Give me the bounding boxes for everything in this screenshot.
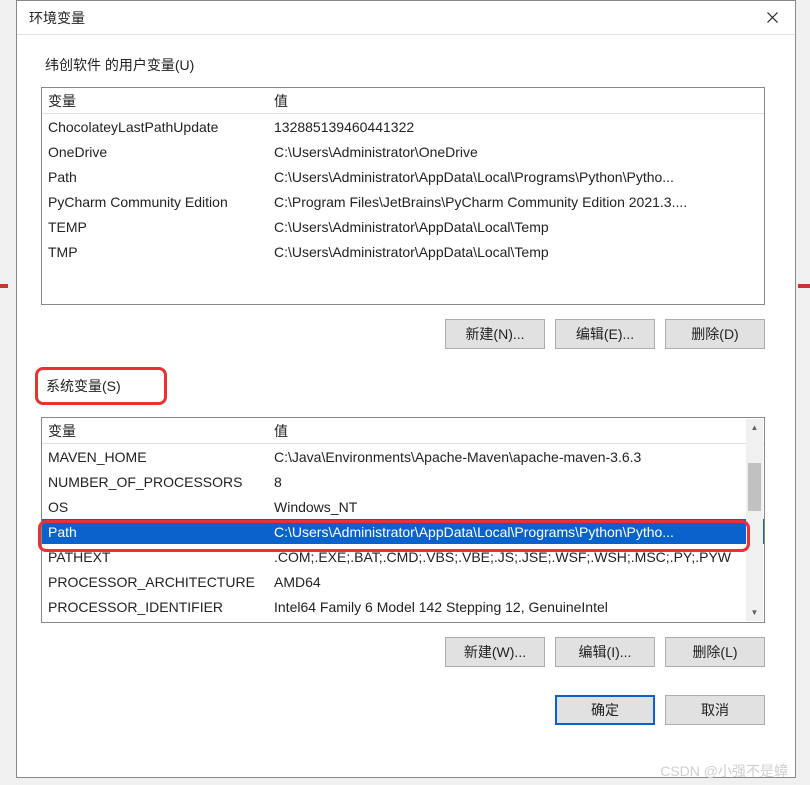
table-row[interactable]: PathC:\Users\Administrator\AppData\Local… [42,519,764,544]
system-edit-button[interactable]: 编辑(I)... [555,637,655,667]
cell-value: C:\Program Files\JetBrains\PyCharm Commu… [268,191,764,213]
ok-button[interactable]: 确定 [555,695,655,725]
close-button[interactable] [749,1,795,35]
cell-value: C:\Users\Administrator\AppData\Local\Tem… [268,241,764,263]
system-buttons: 新建(W)... 编辑(I)... 删除(L) [41,637,765,667]
env-variables-dialog: 环境变量 纬创软件 的用户变量(U) 变量 值 ChocolateyLastPa… [16,0,796,778]
user-table-body: ChocolateyLastPathUpdate1328851394604413… [42,114,764,304]
system-delete-button[interactable]: 删除(L) [665,637,765,667]
table-row[interactable]: PyCharm Community EditionC:\Program File… [42,189,764,214]
cell-variable: MAVEN_HOME [42,446,268,468]
cell-variable: Path [42,521,268,543]
cancel-button[interactable]: 取消 [665,695,765,725]
column-variable[interactable]: 变量 [42,88,268,113]
table-row[interactable]: PathC:\Users\Administrator\AppData\Local… [42,164,764,189]
cell-value: 132885139460441322 [268,116,764,138]
cell-value: AMD64 [268,571,764,593]
system-label-highlight: 系统变量(S) [35,367,167,405]
cell-value: Windows_NT [268,496,764,518]
table-row[interactable]: OSWindows_NT [42,494,764,519]
cell-variable: PROCESSOR_ARCHITECTURE [42,571,268,593]
cell-variable: ChocolateyLastPathUpdate [42,116,268,138]
table-header: 变量 值 [42,88,764,114]
user-new-button[interactable]: 新建(N)... [445,319,545,349]
vertical-scrollbar[interactable]: ▲ ▼ [746,419,763,621]
cell-value: C:\Users\Administrator\OneDrive [268,141,764,163]
table-row[interactable]: PROCESSOR_ARCHITECTUREAMD64 [42,569,764,594]
close-icon [767,12,778,23]
system-variables-table[interactable]: 变量 值 MAVEN_HOMEC:\Java\Environments\Apac… [41,417,765,623]
scroll-up-button[interactable]: ▲ [746,419,763,436]
system-table-body: MAVEN_HOMEC:\Java\Environments\Apache-Ma… [42,444,764,622]
user-edit-button[interactable]: 编辑(E)... [555,319,655,349]
cell-value: 8 [268,471,764,493]
table-row[interactable]: TEMPC:\Users\Administrator\AppData\Local… [42,214,764,239]
table-row[interactable]: PATHEXT.COM;.EXE;.BAT;.CMD;.VBS;.VBE;.JS… [42,544,764,569]
user-delete-button[interactable]: 删除(D) [665,319,765,349]
cell-value: C:\Users\Administrator\AppData\Local\Pro… [268,521,764,543]
user-buttons: 新建(N)... 编辑(E)... 删除(D) [41,319,765,349]
system-new-button[interactable]: 新建(W)... [445,637,545,667]
cell-variable: NUMBER_OF_PROCESSORS [42,471,268,493]
table-row[interactable]: PROCESSOR_IDENTIFIERIntel64 Family 6 Mod… [42,594,764,619]
table-row[interactable]: TMPC:\Users\Administrator\AppData\Local\… [42,239,764,264]
system-variables-group: 系统变量(S) 变量 值 MAVEN_HOMEC:\Java\Environme… [41,349,771,667]
titlebar: 环境变量 [17,1,795,35]
scroll-thumb[interactable] [748,463,761,511]
cell-variable: OneDrive [42,141,268,163]
table-row[interactable]: NUMBER_OF_PROCESSORS8 [42,469,764,494]
cell-variable: Path [42,166,268,188]
cell-variable: PATHEXT [42,546,268,568]
dialog-buttons: 确定 取消 [41,695,765,725]
system-variables-label: 系统变量(S) [46,378,121,394]
column-value[interactable]: 值 [268,418,764,443]
cell-variable: TEMP [42,216,268,238]
table-header: 变量 值 [42,418,764,444]
table-row[interactable]: OneDriveC:\Users\Administrator\OneDrive [42,139,764,164]
column-value[interactable]: 值 [268,88,764,113]
cell-variable: OS [42,496,268,518]
user-variables-group: 纬创软件 的用户变量(U) 变量 值 ChocolateyLastPathUpd… [41,53,771,349]
cell-value: Intel64 Family 6 Model 142 Stepping 12, … [268,596,764,618]
table-row[interactable]: ChocolateyLastPathUpdate1328851394604413… [42,114,764,139]
column-variable[interactable]: 变量 [42,418,268,443]
user-variables-table[interactable]: 变量 值 ChocolateyLastPathUpdate13288513946… [41,87,765,305]
dialog-title: 环境变量 [29,8,85,28]
table-row[interactable]: MAVEN_HOMEC:\Java\Environments\Apache-Ma… [42,444,764,469]
cell-variable: PROCESSOR_IDENTIFIER [42,596,268,618]
cell-value: C:\Users\Administrator\AppData\Local\Pro… [268,166,764,188]
cell-value: .COM;.EXE;.BAT;.CMD;.VBS;.VBE;.JS;.JSE;.… [268,546,764,568]
cell-variable: TMP [42,241,268,263]
scroll-down-button[interactable]: ▼ [746,604,763,621]
user-variables-label: 纬创软件 的用户变量(U) [41,53,771,77]
cell-value: C:\Users\Administrator\AppData\Local\Tem… [268,216,764,238]
cell-variable: PyCharm Community Edition [42,191,268,213]
cell-value: C:\Java\Environments\Apache-Maven\apache… [268,446,764,468]
